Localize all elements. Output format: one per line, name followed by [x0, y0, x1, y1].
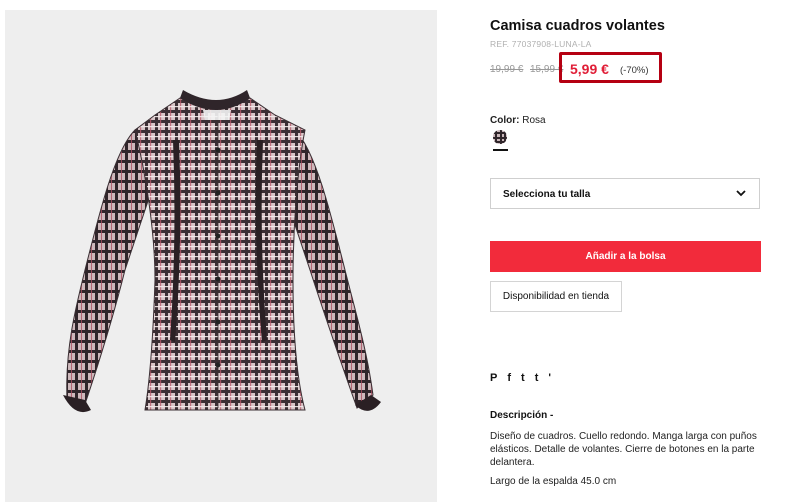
current-price: 5,99 €	[570, 61, 609, 77]
back-length-measure: Largo de la espalda 45.0 cm	[490, 476, 617, 487]
facebook-icon[interactable]: f	[507, 370, 511, 386]
pinterest-icon[interactable]: P	[490, 370, 497, 386]
chevron-down-icon	[736, 190, 746, 197]
product-title: Camisa cuadros volantes	[490, 18, 665, 34]
original-price: 19,99 €	[490, 64, 524, 75]
size-select[interactable]: Selecciona tu talla	[490, 178, 760, 209]
description-heading[interactable]: Descripción -	[490, 410, 553, 421]
color-label: Color:	[490, 115, 520, 126]
twitter-icon[interactable]: t	[521, 370, 525, 386]
store-availability-button[interactable]: Disponibilidad en tienda	[490, 281, 622, 312]
share-icons: P f t t '	[490, 370, 561, 386]
product-reference: REF. 77037908-LUNA-LA	[490, 39, 592, 49]
tumblr-icon[interactable]: t	[535, 370, 539, 386]
product-image[interactable]	[5, 10, 437, 502]
plaid-swatch-icon[interactable]	[493, 130, 507, 144]
more-share-icon[interactable]: '	[548, 370, 551, 386]
color-value: Rosa	[522, 115, 546, 126]
plaid-shirt-illustration	[63, 90, 381, 413]
discount-badge: (-70%)	[620, 65, 649, 76]
description-text: Diseño de cuadros. Cuello redondo. Manga…	[490, 431, 757, 468]
size-select-label: Selecciona tu talla	[503, 189, 591, 200]
color-label-row: Color: Rosa	[490, 115, 546, 126]
add-to-bag-button[interactable]: Añadir a la bolsa	[490, 241, 761, 272]
selected-swatch-underline	[493, 149, 508, 151]
